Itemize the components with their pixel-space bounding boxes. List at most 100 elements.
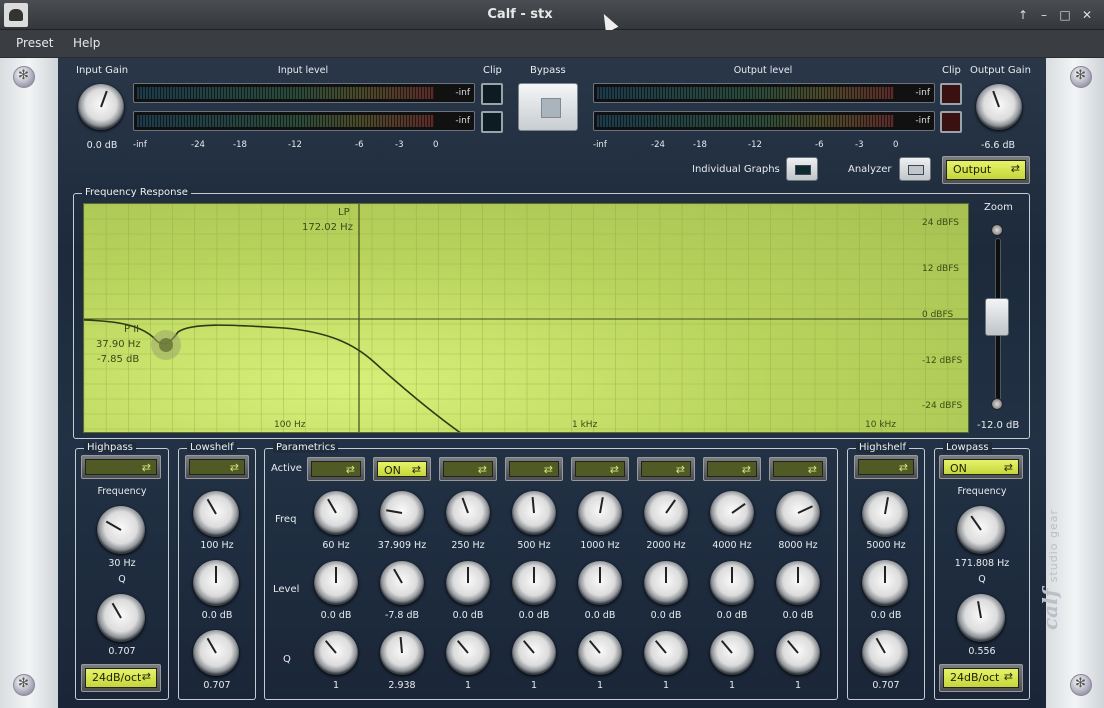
band-4-active-select[interactable]: ⇄ xyxy=(505,457,563,481)
window-title: Calf - stx xyxy=(487,7,553,22)
highpass-mode-select[interactable]: 24dB/oct ⇄ xyxy=(81,664,161,692)
band-6-freq-knob[interactable] xyxy=(644,491,688,535)
band-2-level-knob[interactable] xyxy=(380,561,424,605)
band-1-freq-knob[interactable] xyxy=(314,491,358,535)
screw-icon xyxy=(1070,674,1092,696)
band-2-active-select[interactable]: ON ⇄ xyxy=(373,457,431,481)
band-4-freq-knob[interactable] xyxy=(512,491,556,535)
zoom-label: Zoom xyxy=(984,202,1013,213)
lp-marker-freq: 172.02 Hz xyxy=(302,222,353,233)
band-8-freq-knob[interactable] xyxy=(776,491,820,535)
meter-scale-label: -inf xyxy=(133,140,147,150)
individual-graphs-toggle[interactable] xyxy=(786,157,818,181)
band-8-active-select[interactable]: ⇄ xyxy=(769,457,827,481)
highpass-active-select[interactable]: ⇄ xyxy=(81,455,161,479)
minimize-icon[interactable]: – xyxy=(1035,6,1053,24)
band-2-freq-knob[interactable] xyxy=(380,491,424,535)
band-7-q-knob[interactable] xyxy=(710,631,754,675)
bypass-button[interactable] xyxy=(518,83,578,131)
meter-scale-label: -18 xyxy=(233,140,247,150)
analyzer-mode-select[interactable]: Output ⇄ xyxy=(942,156,1030,184)
band-5-q-value: 1 xyxy=(596,680,604,691)
rack-ear-left xyxy=(0,58,58,708)
band-4-q-value: 1 xyxy=(530,680,538,691)
band-6-level-knob[interactable] xyxy=(644,561,688,605)
band-4-level-knob[interactable] xyxy=(512,561,556,605)
band-6-freq-value: 2000 Hz xyxy=(646,540,686,551)
frequency-response-graph[interactable]: 24 dBFS 12 dBFS 0 dBFS -12 dBFS -24 dBFS 100… xyxy=(83,203,969,433)
output-gain-label: Output Gain xyxy=(970,65,1031,76)
close-icon[interactable]: ✕ xyxy=(1078,6,1096,24)
menu-help[interactable]: Help xyxy=(73,36,100,50)
highpass-frequency-knob[interactable] xyxy=(97,506,145,554)
band-8-level-knob[interactable] xyxy=(776,561,820,605)
lowshelf-frequency-knob[interactable] xyxy=(193,491,239,537)
band-7-q-value: 1 xyxy=(728,680,736,691)
band-5-freq-value: 1000 Hz xyxy=(580,540,620,551)
band-6-q-value: 1 xyxy=(662,680,670,691)
output-gain-knob[interactable] xyxy=(976,84,1022,130)
band-6-active-select[interactable]: ⇄ xyxy=(637,457,695,481)
band-3-q-knob[interactable] xyxy=(446,631,490,675)
analyzer-toggle[interactable] xyxy=(899,157,931,181)
calf-logo: calf studio gear xyxy=(1038,509,1062,630)
band-8-level-value: 0.0 dB xyxy=(782,610,814,621)
lowpass-mode-select[interactable]: 24dB/oct ⇄ xyxy=(939,664,1023,692)
band-3-active-select[interactable]: ⇄ xyxy=(439,457,497,481)
meter-scale-label: -24 xyxy=(651,140,665,150)
meter-scale-label: -3 xyxy=(855,140,864,150)
highshelf-active-select[interactable]: ⇄ xyxy=(854,455,918,479)
lowshelf-level-knob[interactable] xyxy=(193,560,239,606)
band-3-level-knob[interactable] xyxy=(446,561,490,605)
band-4-level-value: 0.0 dB xyxy=(518,610,550,621)
band-1-level-value: 0.0 dB xyxy=(320,610,352,621)
screw-icon xyxy=(13,674,35,696)
band-7-freq-knob[interactable] xyxy=(710,491,754,535)
band-1-active-select[interactable]: ⇄ xyxy=(307,457,365,481)
band-7-active-select[interactable]: ⇄ xyxy=(703,457,761,481)
band-1-level-knob[interactable] xyxy=(314,561,358,605)
zoom-bottom-stop xyxy=(991,398,1003,410)
band-8-q-knob[interactable] xyxy=(776,631,820,675)
lowpass-frequency-knob[interactable] xyxy=(957,506,1005,554)
band-6-q-knob[interactable] xyxy=(644,631,688,675)
input-level-meter-left: -inf xyxy=(133,83,475,103)
menu-preset[interactable]: Preset xyxy=(16,36,53,50)
input-gain-knob[interactable] xyxy=(78,84,124,130)
band-1-q-knob[interactable] xyxy=(314,631,358,675)
band-5-active-select[interactable]: ⇄ xyxy=(571,457,629,481)
freq-axis-label: 1 kHz xyxy=(572,420,598,430)
lowshelf-legend: Lowshelf xyxy=(187,442,237,453)
output-level-label: Output level xyxy=(733,65,793,76)
input-gain-value: 0.0 dB xyxy=(86,140,118,151)
response-curve xyxy=(84,319,461,432)
band-5-level-knob[interactable] xyxy=(578,561,622,605)
highshelf-legend: Highshelf xyxy=(856,442,909,453)
band-4-q-knob[interactable] xyxy=(512,631,556,675)
band-marker-freq: 37.90 Hz xyxy=(96,339,141,350)
band-5-q-knob[interactable] xyxy=(578,631,622,675)
lowpass-q-knob[interactable] xyxy=(957,594,1005,642)
band-1-q-value: 1 xyxy=(332,680,340,691)
lowpass-active-select[interactable]: ON ⇄ xyxy=(939,455,1023,479)
highpass-q-knob[interactable] xyxy=(97,594,145,642)
band-7-level-knob[interactable] xyxy=(710,561,754,605)
lowshelf-active-select[interactable]: ⇄ xyxy=(185,455,249,479)
zoom-slider-handle[interactable] xyxy=(985,298,1009,336)
band-3-freq-knob[interactable] xyxy=(446,491,490,535)
highshelf-level-knob[interactable] xyxy=(862,560,908,606)
db-axis-label: -12 dBFS xyxy=(922,356,963,366)
band-5-freq-knob[interactable] xyxy=(578,491,622,535)
output-clip-indicator-left xyxy=(940,83,962,105)
lowshelf-q-knob[interactable] xyxy=(193,630,239,676)
highpass-frequency-label: Frequency xyxy=(97,486,147,497)
highshelf-q-knob[interactable] xyxy=(862,630,908,676)
highshelf-frequency-knob[interactable] xyxy=(862,491,908,537)
maximize-icon[interactable]: □ xyxy=(1056,6,1074,24)
frequency-response-svg xyxy=(84,204,968,432)
db-axis-label: 12 dBFS xyxy=(922,264,959,274)
db-axis-label: 0 dBFS xyxy=(922,310,954,320)
band-2-q-knob[interactable] xyxy=(380,631,424,675)
keep-above-icon[interactable]: ↑ xyxy=(1014,6,1032,24)
meter-scale-label: -inf xyxy=(593,140,607,150)
